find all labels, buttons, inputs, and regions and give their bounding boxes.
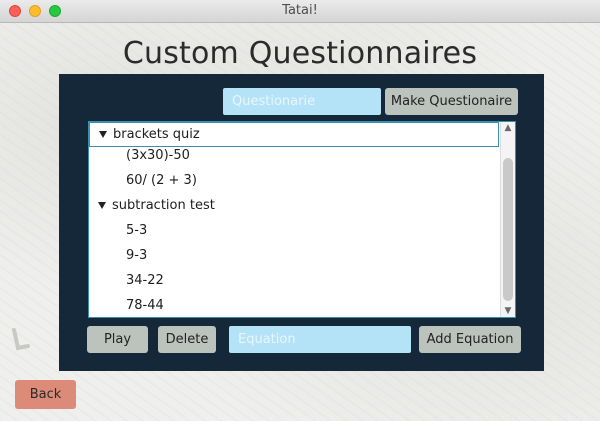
equation-input[interactable] — [229, 326, 411, 353]
questionnaire-name-input[interactable] — [223, 88, 381, 115]
questionnaire-tree[interactable]: brackets quiz (3x30)-50 60/ (2 + 3) subt… — [88, 121, 516, 318]
expand-triangle-icon[interactable] — [98, 202, 106, 209]
tree-item-label: 34-22 — [126, 273, 164, 288]
tree-group-subtraction-test[interactable]: subtraction test — [89, 193, 499, 218]
tree-item-label: 5-3 — [126, 223, 148, 238]
tree-item-label: 60/ (2 + 3) — [126, 173, 197, 188]
add-equation-button[interactable]: Add Equation — [419, 326, 521, 353]
tree-scrollbar[interactable]: ▲ ▼ — [500, 122, 515, 317]
scroll-up-icon[interactable]: ▲ — [503, 123, 513, 133]
tree-item-label: (3x30)-50 — [126, 148, 190, 163]
page-title: Custom Questionnaires — [122, 36, 478, 71]
tree-item-label: 78-44 — [126, 298, 164, 313]
tree-item[interactable]: (3x30)-50 — [89, 143, 499, 168]
chalk-mark-decoration — [12, 328, 30, 351]
scroll-down-icon[interactable]: ▼ — [503, 306, 513, 316]
tree-item-label: 9-3 — [126, 248, 148, 263]
window-title: Tatai! — [282, 3, 318, 18]
delete-button[interactable]: Delete — [158, 326, 216, 353]
app-window: Tatai! Custom Questionnaires Make Questi… — [0, 0, 600, 421]
scrollbar-thumb[interactable] — [503, 158, 513, 301]
tree-item[interactable]: 60/ (2 + 3) — [89, 168, 499, 193]
tree-group-label: subtraction test — [112, 198, 215, 213]
title-bar: Tatai! — [0, 0, 600, 23]
tree-item[interactable]: 9-3 — [89, 243, 499, 268]
expand-triangle-icon[interactable] — [99, 131, 107, 138]
play-button[interactable]: Play — [87, 326, 148, 353]
tree-item[interactable]: 5-3 — [89, 218, 499, 243]
back-button[interactable]: Back — [15, 380, 76, 409]
tree-item[interactable]: 78-44 — [89, 293, 499, 317]
tree-item[interactable]: 34-22 — [89, 268, 499, 293]
make-questionnaire-button[interactable]: Make Questionaire — [385, 88, 518, 115]
tree-group-label: brackets quiz — [113, 127, 200, 142]
